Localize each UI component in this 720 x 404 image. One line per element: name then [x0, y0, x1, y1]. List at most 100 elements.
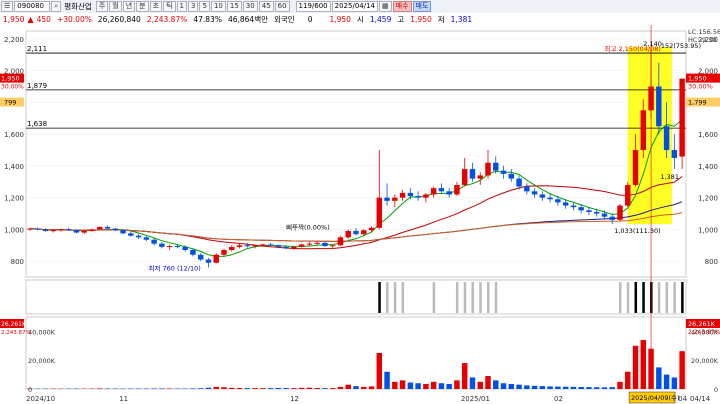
volume-bar [275, 387, 282, 389]
candle-body [446, 191, 452, 195]
volume-bar [640, 340, 647, 389]
candle-body [337, 237, 344, 246]
time-label: 12 [290, 395, 299, 403]
candle-body [166, 246, 173, 248]
candle-body [58, 229, 64, 231]
count-input[interactable]: 119/600 [295, 1, 331, 12]
volume-tick-label: 40,000K [28, 328, 56, 336]
volume-bar [632, 345, 639, 389]
candle-body [143, 237, 150, 240]
candle-body [671, 150, 678, 158]
candle-body [663, 126, 670, 151]
candle-body [461, 169, 468, 185]
stock-code-input[interactable]: 090080 [14, 1, 51, 12]
open-value: 1,459 [369, 14, 392, 24]
signal-bar [634, 282, 638, 313]
candle-body [229, 246, 235, 251]
period-button-5[interactable]: 틱 [163, 1, 176, 12]
candle-body [81, 230, 87, 233]
interval-button-45[interactable]: 45 [258, 1, 274, 12]
calendar-icon[interactable]: ▦ [379, 1, 392, 12]
price-tick-label: 800 [11, 258, 24, 266]
volume-bar [236, 387, 243, 389]
volume-bar [361, 386, 367, 389]
period-button-4[interactable]: 초 [149, 1, 163, 12]
candle-body [345, 230, 351, 238]
signal-bar [471, 282, 474, 313]
interval-button-5[interactable]: 5 [199, 1, 210, 12]
candle-body [415, 196, 421, 198]
period-button-2[interactable]: 년 [122, 1, 136, 12]
candle-body [260, 244, 266, 246]
candle-body [306, 243, 313, 245]
candle-body [73, 230, 80, 233]
stock-chart[interactable]: 2,1111,8791,638 2,2002,2002,0002,0001,80… [0, 25, 720, 404]
volume-bar [562, 386, 569, 389]
interval-button-3[interactable]: 3 [188, 1, 199, 12]
lc-label: LC:156.56 [688, 28, 720, 36]
price-tick-label: 1,000 [4, 226, 24, 234]
price-tick-label: 1,600 [4, 131, 24, 139]
volume-bar [454, 380, 460, 389]
candle-body [493, 162, 499, 171]
price-tick-label-right: 1,000 [698, 226, 718, 234]
candle-body [407, 192, 414, 197]
stock-name: 평화산업 [64, 2, 92, 11]
volume-bar [539, 386, 546, 389]
volume-bar [197, 388, 204, 389]
volume-bar [353, 386, 359, 389]
period-button-3[interactable]: 분 [136, 1, 149, 12]
volume-bar [656, 367, 662, 389]
volume-bar [461, 363, 468, 389]
volume-bar [143, 388, 150, 389]
search-icon[interactable]: ⌕ [51, 1, 62, 12]
interval-button-60[interactable]: 60 [274, 1, 290, 12]
volume-tick-label: 20,000K [28, 357, 56, 365]
candle-body [244, 245, 251, 247]
volume-bar [376, 353, 383, 389]
interval-button-15[interactable]: 15 [226, 1, 242, 12]
volume-bar [97, 388, 103, 389]
volume-tick-label: 0 [28, 386, 32, 394]
low-value: 1,381 [450, 14, 473, 24]
volume-bar [291, 388, 297, 389]
candle-body [291, 246, 297, 249]
sell-button[interactable]: 매도 [412, 1, 432, 12]
mid-annotation: 삐뚜짝(0.00%) [286, 222, 330, 231]
candle-body [547, 197, 553, 200]
price-change-pct: +30.00% [56, 14, 92, 24]
period-button-0[interactable]: 주 [95, 1, 109, 12]
interval-button-10[interactable]: 10 [210, 1, 226, 12]
interval-button-1[interactable]: 1 [176, 1, 187, 12]
level-label: 2,111 [27, 45, 47, 53]
buy-button[interactable]: 매수 [392, 1, 412, 12]
volume-bar [547, 386, 553, 389]
signal-bar [619, 282, 622, 313]
candle-body [368, 227, 375, 231]
volume-bar [322, 388, 328, 389]
volume-bar [516, 384, 522, 389]
pct-badge: 30.00% [688, 83, 713, 91]
volume-bar [430, 381, 437, 389]
candle-body [267, 244, 274, 246]
candle-body [42, 229, 49, 231]
signal-bar [393, 282, 397, 313]
trade-amount: 46,864백만 [227, 14, 268, 24]
volume-bar [298, 387, 305, 389]
interval-buttons: 1 3 5 10 15 30 45 60 [176, 1, 290, 12]
candle-body [236, 245, 243, 247]
price-tick-label-right: 800 [705, 258, 718, 266]
candle-body [182, 246, 188, 251]
candle-body [539, 194, 546, 198]
volume-bar [244, 388, 251, 389]
menu-button[interactable]: ☰ [1, 1, 14, 12]
candle-body [430, 188, 437, 195]
date-input[interactable]: 2025/04/14 [331, 1, 378, 12]
price-badge: 1,950 [688, 75, 707, 83]
interval-button-30[interactable]: 30 [242, 1, 258, 12]
volume-bar [679, 351, 685, 389]
period-button-1[interactable]: 월 [109, 1, 122, 12]
volume-bar [205, 387, 212, 389]
candle-body [97, 227, 103, 230]
volume-bar [493, 380, 499, 389]
